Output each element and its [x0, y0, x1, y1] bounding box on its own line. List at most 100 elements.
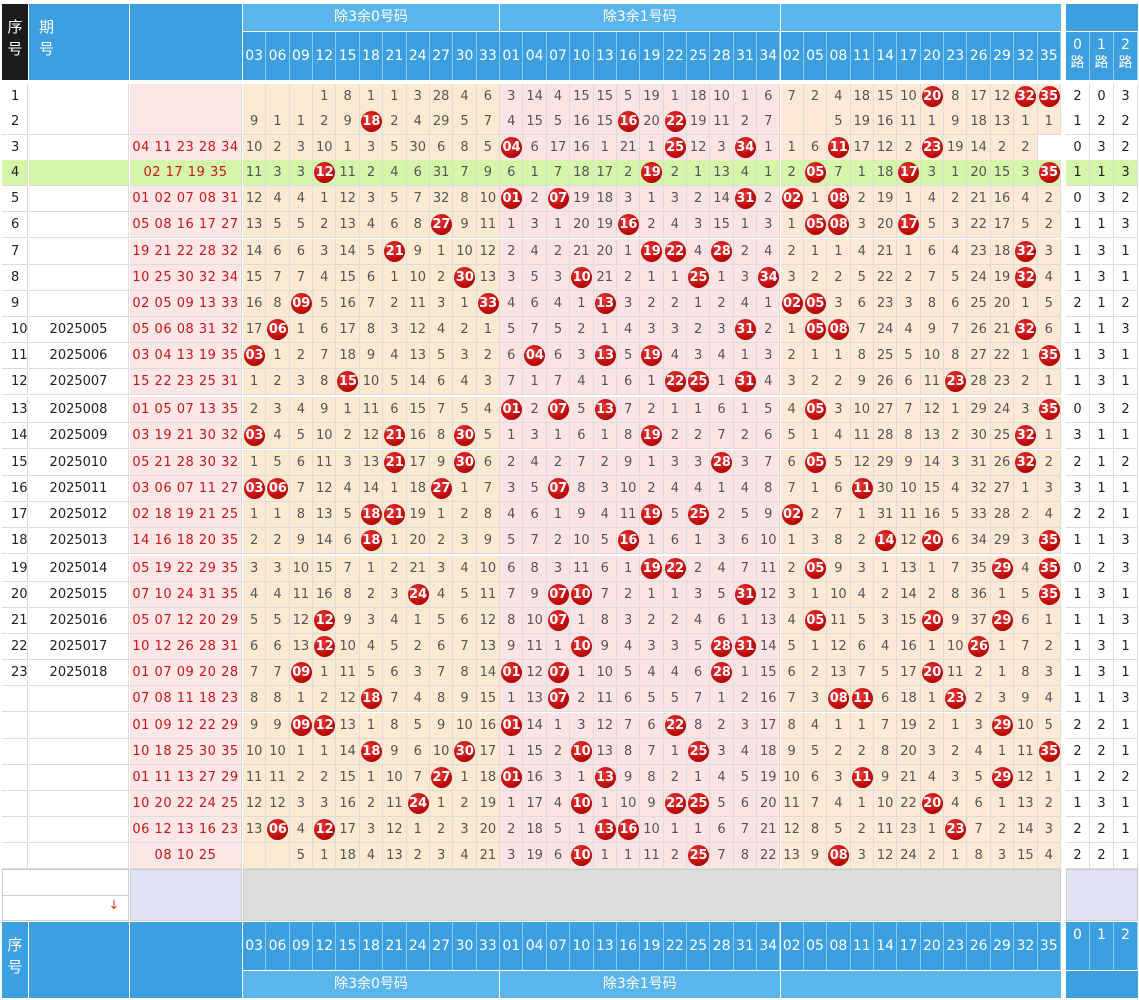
trend-cell: 1 — [733, 343, 758, 369]
trend-cell: 6 — [850, 634, 874, 660]
trend-cell: 2 — [1037, 634, 1061, 660]
trend-cell: 15 — [313, 556, 337, 582]
trend-cell: 1 — [593, 843, 617, 869]
trend-cell: 5 — [359, 239, 384, 265]
trend-cell: 9 — [359, 343, 384, 369]
trend-cell: 4 — [616, 634, 641, 660]
row-seq: 14 — [2, 423, 28, 449]
trend-cell: 3 — [733, 450, 758, 476]
select-draw-area[interactable] — [130, 869, 242, 921]
trend-cell: 9 — [523, 582, 547, 608]
trend-cell: 8 — [616, 739, 641, 765]
trend-cell: 11 — [336, 660, 360, 686]
trend-cell: 8 — [500, 608, 524, 634]
trend-cell: 3 — [897, 291, 921, 317]
route-count: 1 — [1114, 369, 1138, 395]
trend-cell: 17 — [406, 450, 430, 476]
trend-cell — [243, 84, 267, 110]
select-row-1[interactable] — [2, 869, 129, 896]
trend-cell: 1 — [780, 317, 804, 343]
trend-cell: 8 — [336, 84, 360, 110]
row-seq: 2 — [2, 109, 28, 135]
trend-cell: 1 — [827, 713, 851, 739]
trend-cell: 1 — [780, 212, 804, 238]
hit-ball-25: 25 — [688, 793, 710, 814]
trend-cell: 11 — [243, 765, 267, 791]
group-r0-label: 除3余0号码 — [243, 4, 501, 31]
trend-cell: 2 — [803, 369, 828, 395]
trend-cell: 2 — [710, 502, 734, 528]
footer-col-header-18: 18 — [359, 922, 384, 970]
hit-ball-20: 20 — [921, 86, 943, 107]
trend-cell: 24 — [873, 317, 898, 343]
trend-cell: 15 — [593, 109, 617, 135]
row-period: 2025008 — [29, 397, 129, 423]
hit-ball-23: 23 — [921, 137, 943, 158]
trend-cell: 1 — [1014, 476, 1038, 502]
trend-cell: 6 — [897, 369, 921, 395]
trend-cell: 1 — [593, 369, 617, 395]
select-route-area[interactable] — [1066, 869, 1138, 921]
trend-cell: 10 — [616, 791, 641, 817]
hit-ball-19: 19 — [641, 345, 663, 366]
trend-cell: 1 — [429, 791, 454, 817]
trend-cell: 16 — [757, 686, 781, 712]
trend-cell: 13 — [336, 713, 360, 739]
trend-cell: 4 — [733, 291, 758, 317]
row-draw: 19 21 22 28 32 — [130, 239, 242, 265]
trend-cell: 1 — [313, 186, 337, 212]
trend-cell: 8 — [570, 476, 594, 502]
footer-col-header-27: 27 — [429, 922, 454, 970]
trend-cell: 6 — [359, 265, 384, 291]
row-seq: 5 — [2, 186, 28, 212]
trend-cell: 6 — [1014, 608, 1038, 634]
trend-cell: 10 — [570, 528, 594, 554]
hit-ball-21: 21 — [384, 452, 406, 473]
route-count: 1 — [1090, 608, 1114, 634]
trend-cell: 5 — [897, 343, 921, 369]
trend-cell: 1 — [476, 317, 501, 343]
trend-cell: 9 — [336, 109, 360, 135]
row-draw: 03 06 07 11 27 — [130, 476, 242, 502]
trend-cell: 6 — [1037, 317, 1061, 343]
trend-cell: 8 — [733, 843, 758, 869]
trend-cell: 4 — [406, 686, 430, 712]
hit-ball-28: 28 — [711, 636, 733, 657]
trend-cell: 6 — [616, 369, 641, 395]
route-count: 2 — [1114, 397, 1138, 423]
select-number-area[interactable] — [243, 869, 1061, 921]
trend-cell: 16 — [336, 791, 360, 817]
row-period: 2025011 — [29, 476, 129, 502]
trend-cell: 2 — [663, 608, 688, 634]
trend-cell: 4 — [663, 660, 688, 686]
hit-ball-25: 25 — [688, 267, 710, 288]
row-period — [29, 84, 129, 110]
hit-ball-32: 32 — [1015, 86, 1037, 107]
hit-ball-05: 05 — [804, 162, 826, 183]
trend-cell: 1 — [873, 556, 898, 582]
trend-cell: 13 — [593, 739, 617, 765]
hit-ball-28: 28 — [711, 662, 733, 683]
route-count: 3 — [1090, 791, 1114, 817]
hit-ball-18: 18 — [360, 688, 382, 709]
trend-cell: 5 — [967, 765, 991, 791]
trend-cell: 1 — [780, 135, 804, 161]
trend-cell: 11 — [616, 502, 641, 528]
hit-ball-19: 19 — [641, 241, 663, 262]
trend-cell: 9 — [897, 450, 921, 476]
trend-cell: 15 — [243, 265, 267, 291]
down-arrow-icon[interactable]: ↓ — [106, 897, 122, 915]
row-seq: 17 — [2, 502, 28, 528]
trend-cell: 3 — [850, 212, 874, 238]
trend-cell: 3 — [944, 450, 968, 476]
route-count: 1 — [1090, 423, 1114, 449]
trend-cell: 3 — [500, 265, 524, 291]
trend-cell: 3 — [406, 660, 430, 686]
trend-cell: 4 — [733, 160, 758, 186]
trend-cell: 7 — [710, 843, 734, 869]
trend-cell: 6 — [663, 528, 688, 554]
trend-cell: 3 — [944, 765, 968, 791]
trend-cell: 10 — [523, 608, 547, 634]
trend-cell: 13 — [897, 556, 921, 582]
route-count: 3 — [1114, 160, 1138, 186]
